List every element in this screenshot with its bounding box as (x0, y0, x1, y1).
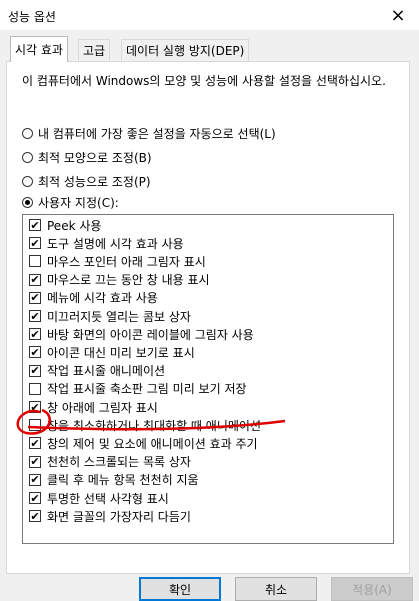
ok-button[interactable]: 확인 (139, 577, 221, 601)
red-annotation (16, 408, 286, 435)
annotation-underline (27, 419, 286, 431)
tab-visual-effects[interactable]: 시각 효과 (10, 36, 68, 62)
annotation-circle (16, 408, 51, 435)
apply-button[interactable]: 적용(A) (331, 577, 413, 601)
cancel-button[interactable]: 취소 (235, 577, 317, 601)
